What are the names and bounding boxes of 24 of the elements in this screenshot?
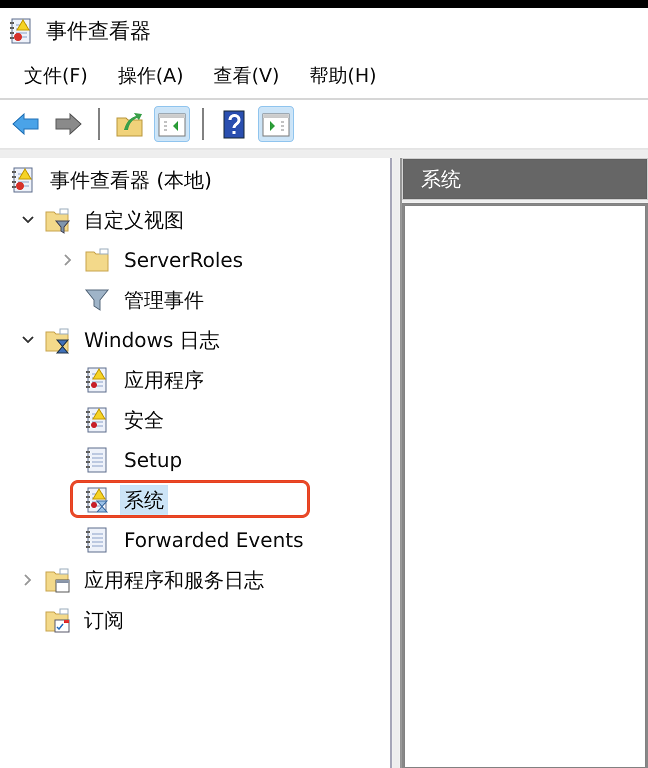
folder-log-icon xyxy=(44,326,70,354)
tree-item[interactable]: ServerRoles xyxy=(120,246,248,274)
tree-item[interactable]: 安全 xyxy=(120,404,168,436)
tree-item[interactable]: 自定义视图 xyxy=(80,204,188,236)
tree-item[interactable]: Setup xyxy=(120,446,186,474)
tree-item[interactable]: 事件查看器 (本地) xyxy=(46,164,216,196)
folder-icon xyxy=(84,246,110,274)
menu-item[interactable]: 文件(F) xyxy=(20,61,92,91)
folder-calendar-icon xyxy=(44,606,70,634)
folder-window-icon xyxy=(44,566,70,594)
tree-item[interactable]: 应用程序和服务日志 xyxy=(80,564,268,596)
menu-item[interactable]: 操作(A) xyxy=(114,61,188,91)
tree-item[interactable]: 应用程序 xyxy=(120,364,208,396)
tree-item[interactable]: 系统 xyxy=(120,484,168,516)
tree-item[interactable]: Windows 日志 xyxy=(80,324,224,356)
tree-item[interactable]: 管理事件 xyxy=(120,284,208,316)
menu-item[interactable]: 查看(V) xyxy=(210,61,284,91)
tree-item[interactable]: 订阅 xyxy=(80,604,128,636)
system-log-icon xyxy=(84,486,110,514)
folder-funnel-icon xyxy=(44,206,70,234)
window-title: 事件查看器 xyxy=(46,18,151,45)
menu-item[interactable]: 帮助(H) xyxy=(305,61,381,91)
tree-item[interactable]: Forwarded Events xyxy=(120,526,308,554)
pane-title: 系统 xyxy=(421,166,461,192)
